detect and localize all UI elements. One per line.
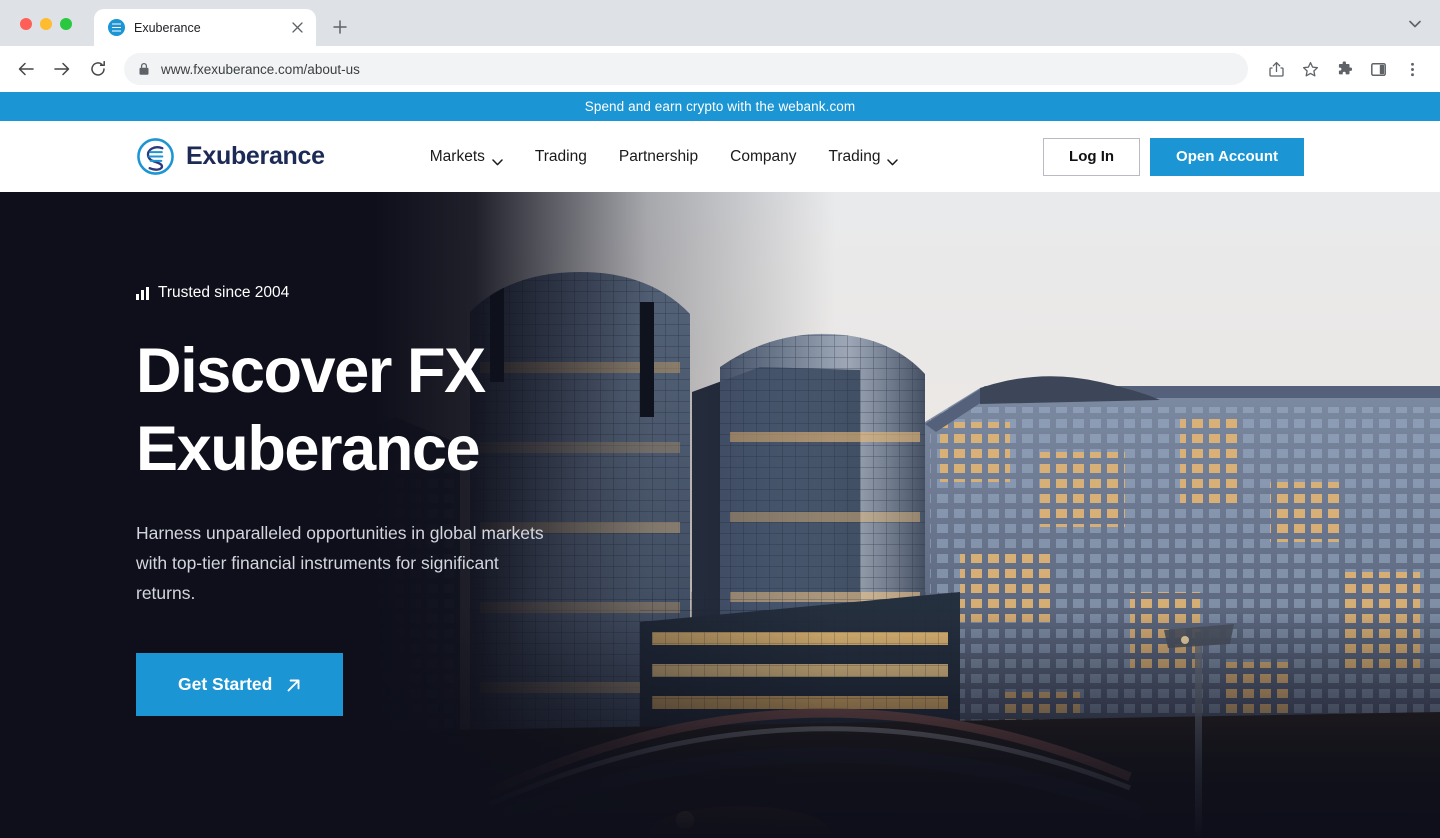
star-icon[interactable] xyxy=(1294,53,1326,85)
nav-item-label: Markets xyxy=(429,147,485,165)
bar-chart-icon xyxy=(136,286,149,300)
reload-icon[interactable] xyxy=(82,53,114,85)
chevron-down-icon xyxy=(887,153,899,166)
url-text: www.fxexuberance.com/about-us xyxy=(161,61,360,77)
hero-content: Trusted since 2004 Discover FX Exuberanc… xyxy=(0,192,560,716)
nav-item-trading-secondary[interactable]: Trading xyxy=(828,147,899,166)
tab-list-chevron-down-icon[interactable] xyxy=(1402,11,1428,37)
nav-item-label: Trading xyxy=(534,147,587,165)
new-tab-button[interactable] xyxy=(326,13,354,41)
toolbar-icons xyxy=(1260,53,1428,85)
hero-section: Trusted since 2004 Discover FX Exuberanc… xyxy=(0,192,1440,838)
brand-name: Exuberance xyxy=(186,142,325,170)
browser-tab[interactable]: Exuberance xyxy=(94,9,316,46)
get-started-button[interactable]: Get Started xyxy=(136,653,344,716)
side-panel-icon[interactable] xyxy=(1362,53,1394,85)
trusted-badge: Trusted since 2004 xyxy=(136,284,560,302)
get-started-label: Get Started xyxy=(178,674,273,694)
chevron-down-icon xyxy=(492,153,503,166)
favicon-icon xyxy=(108,19,125,36)
open-account-button[interactable]: Open Account xyxy=(1150,137,1304,176)
close-tab-icon[interactable] xyxy=(288,19,306,37)
puzzle-icon[interactable] xyxy=(1328,53,1360,85)
web-page: Spend and earn crypto with the webank.co… xyxy=(0,92,1440,838)
share-icon[interactable] xyxy=(1260,53,1292,85)
tab-strip: Exuberance xyxy=(0,0,1440,46)
close-window-button[interactable] xyxy=(20,18,32,30)
arrow-up-right-icon xyxy=(286,677,301,692)
three-dot-menu-icon[interactable] xyxy=(1396,53,1428,85)
minimize-window-button[interactable] xyxy=(40,18,52,30)
nav-item-label: Company xyxy=(730,147,797,165)
nav-item-trading[interactable]: Trading xyxy=(535,148,587,166)
header-actions: Log In Open Account xyxy=(1043,137,1304,176)
browser-window: Exuberance www.fxexuberance.com/about-us… xyxy=(0,0,1440,838)
site-header: Exuberance Markets Trading Partnership C… xyxy=(0,121,1440,192)
nav-item-company[interactable]: Company xyxy=(730,148,796,166)
nav-item-partnership[interactable]: Partnership xyxy=(619,148,698,166)
promo-banner[interactable]: Spend and earn crypto with the webank.co… xyxy=(0,92,1440,121)
exuberance-logo-icon xyxy=(136,137,175,176)
promo-banner-text: Spend and earn crypto with the webank.co… xyxy=(584,99,856,114)
nav-item-label: Trading xyxy=(828,147,881,165)
address-bar[interactable]: www.fxexuberance.com/about-us xyxy=(124,53,1248,85)
nav-item-markets[interactable]: Markets xyxy=(430,148,503,166)
trusted-badge-label: Trusted since 2004 xyxy=(158,284,290,301)
tab-title: Exuberance xyxy=(134,20,201,35)
browser-toolbar: www.fxexuberance.com/about-us xyxy=(0,46,1440,92)
main-navigation: Markets Trading Partnership Company Trad… xyxy=(430,148,899,166)
back-arrow-icon[interactable] xyxy=(10,53,42,85)
brand-logo-link[interactable]: Exuberance xyxy=(136,137,325,176)
hero-subtitle: Harness unparalleled opportunities in gl… xyxy=(136,523,544,603)
window-controls xyxy=(0,18,72,46)
maximize-window-button[interactable] xyxy=(60,18,72,30)
lock-icon xyxy=(138,62,150,76)
log-in-button[interactable]: Log In xyxy=(1043,137,1141,176)
hero-title: Discover FX Exuberance xyxy=(136,336,486,484)
forward-arrow-icon[interactable] xyxy=(46,53,78,85)
nav-item-label: Partnership xyxy=(618,147,699,165)
